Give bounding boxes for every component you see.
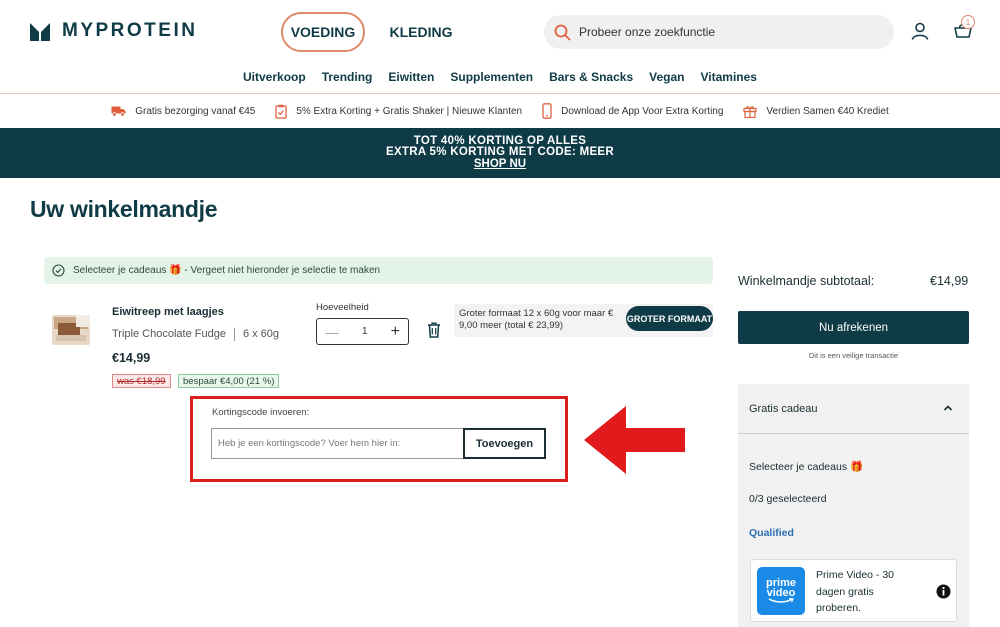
usp-item-referral[interactable]: Verdien Samen €40 Krediet <box>743 104 889 118</box>
quantity-label: Hoeveelheid <box>316 302 369 313</box>
variant-divider <box>233 328 235 341</box>
usp-item-delivery[interactable]: Gratis bezorging vanaf €45 <box>111 105 255 117</box>
main-nav: Uitverkoop Trending Eiwitten Supplemente… <box>0 70 1000 90</box>
checkout-button[interactable]: Nu afrekenen <box>738 311 969 344</box>
clipboard-check-icon <box>275 104 287 119</box>
tab-kleding[interactable]: KLEDING <box>384 12 458 52</box>
tab-voeding[interactable]: VOEDING <box>281 12 365 52</box>
prime-video-logo: prime video <box>757 567 805 615</box>
search-icon <box>554 24 571 40</box>
nav-item-eiwitten[interactable]: Eiwitten <box>380 70 442 90</box>
quantity-value[interactable]: 1 <box>362 326 368 337</box>
saving-badge: bespaar €4,00 (21 %) <box>178 374 280 388</box>
gift-qualified-text: Qualified <box>749 527 794 539</box>
usp-text-delivery: Gratis bezorging vanaf €45 <box>135 105 256 117</box>
free-gift-title: Gratis cadeau <box>749 403 818 415</box>
account-icon[interactable] <box>911 22 929 40</box>
coupon-label: Kortingscode invoeren: <box>212 407 310 418</box>
nav-item-vitamines[interactable]: Vitamines <box>692 70 764 90</box>
subtotal-value: €14,99 <box>930 274 969 288</box>
free-gift-panel: Gratis cadeau Selecteer je cadeaus 🎁 0/3… <box>738 384 969 627</box>
upsize-button[interactable]: GROTER FORMAAT <box>626 306 713 331</box>
secure-transaction-note: Dit is een veilige transactie <box>808 351 899 360</box>
was-price-badge: was €18,99 <box>112 374 171 388</box>
usp-item-app[interactable]: Download de App Voor Extra Korting <box>542 103 723 119</box>
chevron-up-icon[interactable] <box>942 402 954 414</box>
smile-arrow-icon <box>768 598 794 603</box>
subtotal-label: Winkelmandje subtotaal: <box>738 274 875 288</box>
usp-text-discount: 5% Extra Korting + Gratis Shaker | Nieuw… <box>296 105 523 117</box>
product-variant: Triple Chocolate Fudge 6 x 60g <box>112 328 279 341</box>
truck-icon <box>111 106 126 117</box>
gift-icon <box>743 106 758 118</box>
nav-item-bars-snacks[interactable]: Bars & Snacks <box>541 70 641 90</box>
upsell-box: Groter formaat 12 x 60g voor maar € 9,00… <box>454 304 713 337</box>
search-input[interactable]: Probeer onze zoekfunctie <box>544 15 894 49</box>
check-circle-icon <box>52 264 65 277</box>
gift-offer-text: Prime Video - 30 dagen gratis proberen. <box>816 569 895 614</box>
gift-notice-text: Selecteer je cadeaus 🎁 - Vergeet niet hi… <box>73 265 381 276</box>
promo-banner: TOT 40% KORTING OP ALLES EXTRA 5% KORTIN… <box>0 128 1000 178</box>
free-gift-header[interactable]: Gratis cadeau <box>738 384 969 434</box>
quantity-decrease-button[interactable]: — <box>325 325 339 339</box>
usp-bar: Gratis bezorging vanaf €45 5% Extra Kort… <box>0 93 1000 128</box>
nav-item-uitverkoop[interactable]: Uitverkoop <box>235 70 314 90</box>
trash-icon[interactable] <box>427 322 441 338</box>
upsell-text: Groter formaat 12 x 60g voor maar € 9,00… <box>459 308 614 331</box>
product-flavour: Triple Chocolate Fudge <box>112 328 226 340</box>
search-placeholder: Probeer onze zoekfunctie <box>579 25 716 39</box>
coupon-code-input[interactable]: Heb je een kortingscode? Voer hem hier i… <box>211 428 464 459</box>
info-icon[interactable] <box>936 584 951 599</box>
gift-count-text: 0/3 geselecteerd <box>749 493 827 505</box>
myprotein-logo-icon <box>30 23 50 41</box>
quantity-stepper[interactable]: — 1 + <box>316 318 409 345</box>
brand-name: MYPROTEIN <box>62 20 198 41</box>
brand-logo[interactable]: MYPROTEIN <box>30 20 197 42</box>
product-size: 6 x 60g <box>242 328 280 340</box>
phone-icon <box>542 103 552 119</box>
nav-item-supplementen[interactable]: Supplementen <box>442 70 541 90</box>
header: MYPROTEIN VOEDING KLEDING Probeer onze z… <box>0 0 1000 64</box>
nav-item-vegan[interactable]: Vegan <box>641 70 692 90</box>
gift-notice: Selecteer je cadeaus 🎁 - Vergeet niet hi… <box>44 257 713 284</box>
usp-text-app: Download de App Voor Extra Korting <box>561 105 724 117</box>
promo-shop-link[interactable]: SHOP NU <box>474 158 526 171</box>
product-image[interactable] <box>46 305 96 355</box>
prime-logo-line2: video <box>766 587 796 599</box>
page-title: Uw winkelmandje <box>30 196 218 222</box>
product-name[interactable]: Eiwitreep met laagjes <box>112 306 224 318</box>
gift-offer-card[interactable]: prime video Prime Video - 30 dagen grati… <box>750 559 957 622</box>
red-arrow-pointer-icon <box>584 406 685 474</box>
basket-count-badge: 1 <box>961 15 975 29</box>
gift-select-text: Selecteer je cadeaus 🎁 <box>749 461 864 473</box>
usp-text-referral: Verdien Samen €40 Krediet <box>766 105 889 117</box>
coupon-apply-button[interactable]: Toevoegen <box>463 428 546 459</box>
product-price: €14,99 <box>112 351 151 365</box>
usp-item-discount[interactable]: 5% Extra Korting + Gratis Shaker | Nieuw… <box>275 104 522 119</box>
nav-item-trending[interactable]: Trending <box>314 70 381 90</box>
quantity-increase-button[interactable]: + <box>391 323 400 340</box>
